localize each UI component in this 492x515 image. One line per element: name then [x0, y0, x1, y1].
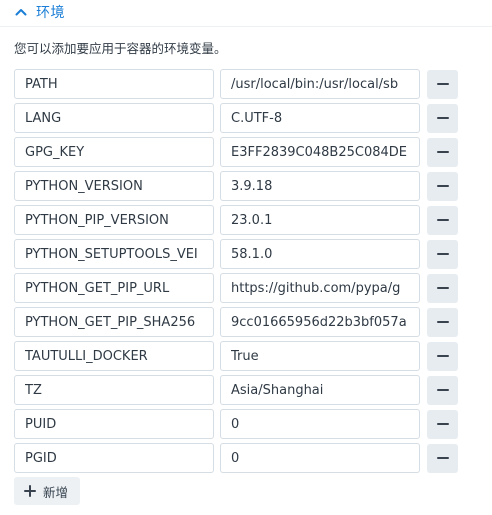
env-var-row	[14, 339, 458, 373]
env-var-row	[14, 101, 458, 135]
env-var-key-input[interactable]	[14, 137, 214, 167]
env-var-key-input[interactable]	[14, 239, 214, 269]
env-var-key-input[interactable]	[14, 103, 214, 133]
remove-env-var-button[interactable]	[427, 341, 458, 371]
env-var-key-input[interactable]	[14, 69, 214, 99]
section-header-environment[interactable]: 环境	[14, 0, 65, 24]
section-title: 环境	[36, 5, 65, 21]
env-var-row	[14, 271, 458, 305]
minus-icon	[436, 151, 449, 153]
env-var-value-input[interactable]	[220, 443, 420, 473]
env-var-row	[14, 169, 458, 203]
header-divider	[0, 26, 492, 27]
remove-env-var-button[interactable]	[427, 375, 458, 405]
minus-icon	[436, 253, 449, 255]
chevron-up-icon	[14, 5, 28, 19]
env-var-key-input[interactable]	[14, 375, 214, 405]
env-var-row	[14, 407, 458, 441]
add-env-var-button[interactable]: 新增	[14, 477, 81, 505]
remove-env-var-button[interactable]	[427, 409, 458, 439]
env-var-value-input[interactable]	[220, 375, 420, 405]
env-var-key-input[interactable]	[14, 205, 214, 235]
env-var-value-input[interactable]	[220, 341, 420, 371]
env-var-list	[14, 67, 458, 475]
minus-icon	[436, 185, 449, 187]
remove-env-var-button[interactable]	[427, 171, 458, 201]
minus-icon	[436, 219, 449, 221]
env-var-value-input[interactable]	[220, 137, 420, 167]
env-var-key-input[interactable]	[14, 171, 214, 201]
remove-env-var-button[interactable]	[427, 103, 458, 133]
remove-env-var-button[interactable]	[427, 205, 458, 235]
env-var-value-input[interactable]	[220, 205, 420, 235]
minus-icon	[436, 287, 449, 289]
minus-icon	[436, 321, 449, 323]
minus-icon	[436, 355, 449, 357]
remove-env-var-button[interactable]	[427, 137, 458, 167]
env-var-key-input[interactable]	[14, 443, 214, 473]
env-var-row	[14, 67, 458, 101]
env-var-value-input[interactable]	[220, 239, 420, 269]
env-var-row	[14, 441, 458, 475]
env-var-row	[14, 135, 458, 169]
add-button-label: 新增	[43, 484, 69, 500]
minus-icon	[436, 83, 449, 85]
env-var-key-input[interactable]	[14, 273, 214, 303]
env-var-value-input[interactable]	[220, 273, 420, 303]
env-var-row	[14, 203, 458, 237]
env-var-value-input[interactable]	[220, 69, 420, 99]
plus-icon	[24, 485, 36, 497]
env-var-value-input[interactable]	[220, 171, 420, 201]
env-var-row	[14, 237, 458, 271]
env-var-value-input[interactable]	[220, 103, 420, 133]
env-var-key-input[interactable]	[14, 409, 214, 439]
env-var-key-input[interactable]	[14, 307, 214, 337]
minus-icon	[436, 423, 449, 425]
env-var-value-input[interactable]	[220, 409, 420, 439]
minus-icon	[436, 457, 449, 459]
remove-env-var-button[interactable]	[427, 239, 458, 269]
section-description: 您可以添加要应用于容器的环境变量。	[14, 41, 227, 56]
env-var-row	[14, 373, 458, 407]
remove-env-var-button[interactable]	[427, 307, 458, 337]
minus-icon	[436, 389, 449, 391]
env-var-row	[14, 305, 458, 339]
env-var-value-input[interactable]	[220, 307, 420, 337]
remove-env-var-button[interactable]	[427, 443, 458, 473]
minus-icon	[436, 117, 449, 119]
env-var-key-input[interactable]	[14, 341, 214, 371]
remove-env-var-button[interactable]	[427, 273, 458, 303]
remove-env-var-button[interactable]	[427, 69, 458, 99]
